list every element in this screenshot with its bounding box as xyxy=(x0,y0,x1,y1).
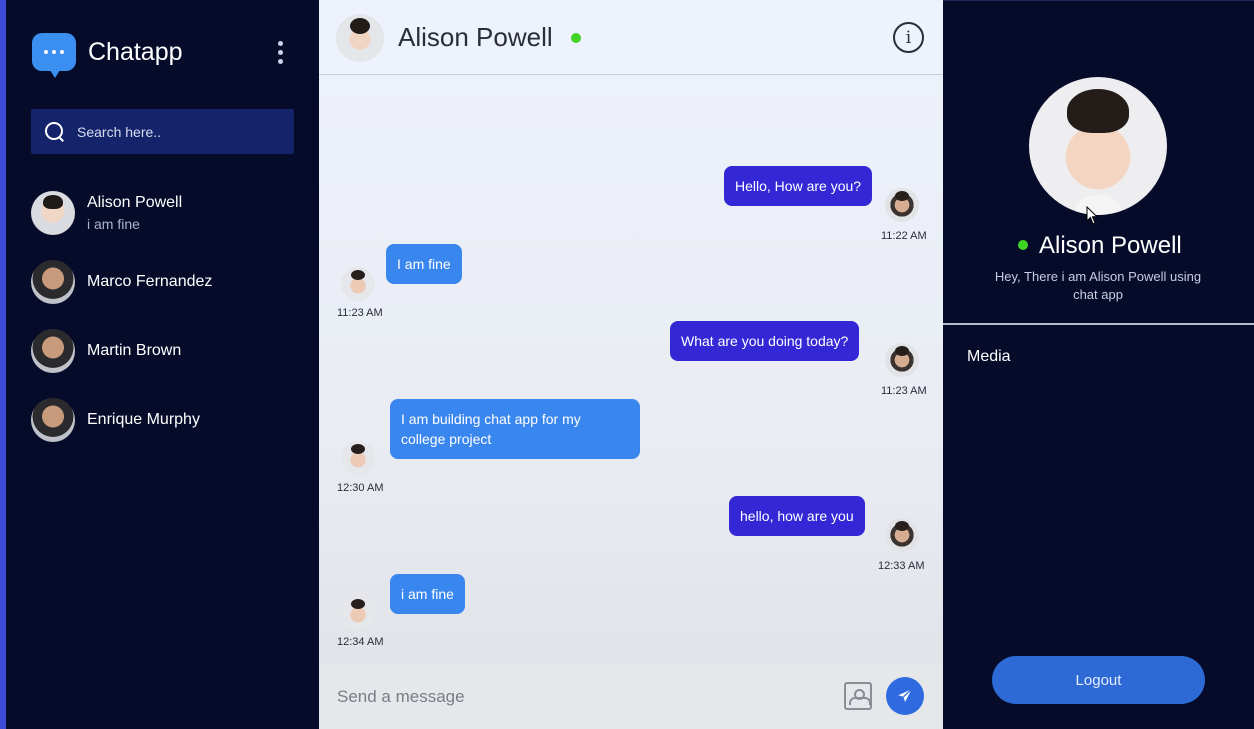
contact-item-martin-brown[interactable]: Martin Brown xyxy=(31,328,301,374)
contact-name: Martin Brown xyxy=(87,342,182,359)
avatar xyxy=(885,518,919,552)
message-time: 12:33 AM xyxy=(878,560,925,572)
app-window: Chatapp Alison Powell i am fine Marco Fe… xyxy=(0,0,1254,729)
send-icon-glyph xyxy=(898,688,913,702)
chat-panel: Alison Powell i Hello, How are you? 11:2… xyxy=(319,0,943,729)
sidebar: Chatapp Alison Powell i am fine Marco Fe… xyxy=(0,0,319,729)
online-status-dot xyxy=(571,33,581,43)
online-status-dot xyxy=(1018,240,1028,250)
message-text-line: I am building chat app for my xyxy=(401,411,581,427)
search-input[interactable] xyxy=(77,123,277,140)
divider xyxy=(943,323,1254,325)
message-bubble-incoming: I am building chat app for my college pr… xyxy=(390,399,640,459)
avatar xyxy=(31,191,75,235)
avatar xyxy=(31,260,75,304)
profile-about: Hey, There i am Alison Powell using chat… xyxy=(994,269,1202,302)
avatar xyxy=(885,343,919,377)
info-icon[interactable]: i xyxy=(893,22,924,53)
search-box xyxy=(31,109,294,154)
message-bubble-outgoing: Hello, How are you? xyxy=(724,166,873,206)
avatar xyxy=(341,267,375,301)
avatar[interactable] xyxy=(336,14,384,62)
contact-last-message: i am fine xyxy=(87,216,140,232)
message-bubble-outgoing: hello, how are you xyxy=(729,496,865,536)
contact-item-enrique-murphy[interactable]: Enrique Murphy xyxy=(31,397,301,443)
media-heading: Media xyxy=(967,348,1011,365)
contact-name: Alison Powell xyxy=(87,194,183,211)
avatar xyxy=(885,188,919,222)
avatar xyxy=(31,398,75,442)
profile-name: Alison Powell xyxy=(1039,232,1182,259)
send-icon[interactable] xyxy=(886,677,924,715)
message-bubble-outgoing: What are you doing today? xyxy=(670,321,860,361)
message-time: 12:34 AM xyxy=(337,636,384,648)
logout-button[interactable]: Logout xyxy=(992,656,1205,704)
message-time: 11:23 AM xyxy=(337,307,383,319)
message-time: 12:30 AM xyxy=(337,482,384,494)
image-icon[interactable] xyxy=(844,682,872,710)
contact-list: Alison Powell i am fine Marco Fernandez … xyxy=(31,190,301,466)
profile-panel: Alison Powell Hey, There i am Alison Pow… xyxy=(943,0,1254,729)
message-composer xyxy=(319,665,943,729)
contact-item-marco-fernandez[interactable]: Marco Fernandez xyxy=(31,259,301,305)
avatar xyxy=(341,596,375,630)
app-name: Chatapp xyxy=(88,37,183,66)
chat-header: Alison Powell i xyxy=(319,0,943,75)
message-time: 11:22 AM xyxy=(881,230,927,242)
kebab-menu-icon[interactable] xyxy=(278,41,284,64)
chat-contact-name: Alison Powell xyxy=(398,22,553,52)
avatar xyxy=(31,329,75,373)
profile-avatar xyxy=(1029,77,1167,215)
message-input[interactable] xyxy=(337,685,817,709)
message-bubble-incoming: i am fine xyxy=(390,574,465,614)
message-bubble-incoming: I am fine xyxy=(386,244,462,284)
contact-name: Marco Fernandez xyxy=(87,273,213,290)
mouse-cursor-icon xyxy=(1086,206,1099,225)
search-icon xyxy=(45,121,65,142)
message-text-line: college project xyxy=(401,431,492,447)
chat-bubble-icon xyxy=(32,33,76,78)
contact-name: Enrique Murphy xyxy=(87,411,200,428)
brand: Chatapp xyxy=(32,33,183,78)
contact-item-alison-powell[interactable]: Alison Powell i am fine xyxy=(31,190,301,236)
avatar xyxy=(341,441,375,475)
message-time: 11:23 AM xyxy=(881,385,927,397)
